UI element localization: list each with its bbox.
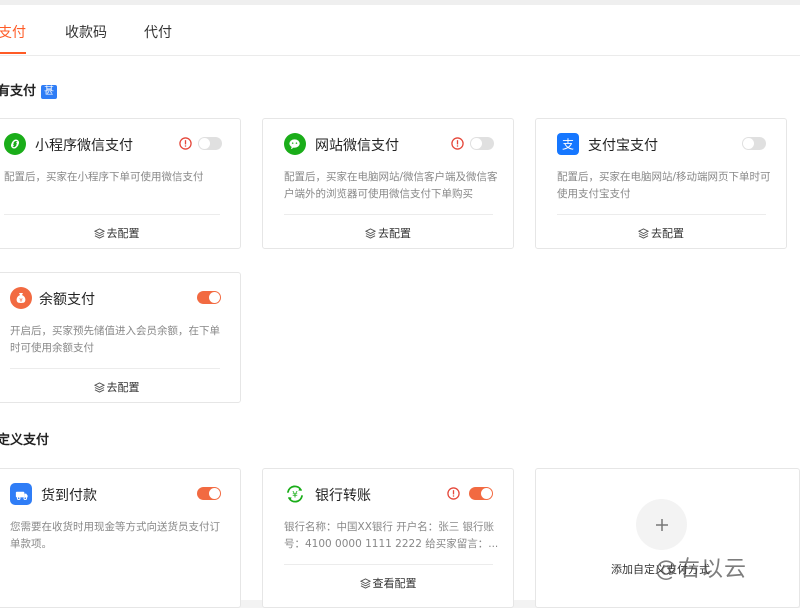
section-title-text: 定义支付: [0, 433, 50, 448]
payment-card-bank-transfer: ¥ 银行转账 银行名称：中国XX银行 开户名：张三 银行账号：4100 0000…: [262, 468, 514, 608]
payment-card-title: 支付宝支付: [588, 138, 658, 154]
payment-settings-page: 支付 收款码 代付 有支付甚 小程序微信支付 配置后，买家在小程序下单可使用微信…: [0, 5, 800, 608]
builtin-payment-section-title: 有支付甚: [0, 80, 58, 99]
payment-card-description: 开启后，买家预先储值进入会员余额，在下单时可使用余额支付: [10, 325, 220, 354]
add-custom-payment-card[interactable]: 添加自定义支付方式: [535, 468, 800, 608]
alipay-icon: 支: [557, 133, 579, 155]
tab-payment[interactable]: 支付: [0, 22, 26, 42]
mini-program-link-icon: [4, 133, 26, 155]
configure-button[interactable]: 去配置: [263, 225, 513, 241]
tab-bar: 支付 收款码 代付: [0, 5, 800, 56]
money-bag-icon: ¥: [10, 287, 32, 309]
payment-card-description: 银行名称：中国XX银行 开户名：张三 银行账号：4100 0000 1111 2…: [284, 521, 499, 550]
tab-payment-code[interactable]: 收款码: [65, 22, 107, 42]
plus-icon[interactable]: [636, 499, 687, 550]
custom-payment-section-title: 定义支付: [0, 429, 49, 448]
enable-toggle[interactable]: [198, 137, 222, 150]
payment-card-alipay: 支 支付宝支付 配置后，买家在电脑网站/移动端网页下单时可使用支付宝支付 去配置: [535, 118, 787, 249]
enable-toggle[interactable]: [197, 487, 221, 500]
section-title-text: 有支付: [0, 84, 37, 99]
layers-icon: [93, 228, 105, 239]
tab-proxy-pay[interactable]: 代付: [144, 22, 172, 42]
layers-icon: [638, 228, 649, 239]
layers-icon: [93, 382, 105, 393]
bank-transfer-icon: ¥: [284, 483, 306, 505]
payment-card-balance: ¥ 余额支付 开启后，买家预先储值进入会员余额，在下单时可使用余额支付 去配置: [0, 272, 241, 403]
layers-icon: [365, 228, 376, 239]
configure-button[interactable]: 去配置: [536, 225, 786, 241]
view-config-button[interactable]: 查看配置: [263, 575, 513, 591]
warning-icon[interactable]: [447, 487, 460, 500]
configure-label: 去配置: [651, 227, 684, 240]
card-divider: [4, 214, 220, 215]
payment-card-mini-wechat: 小程序微信支付 配置后，买家在小程序下单可使用微信支付 去配置: [0, 118, 241, 249]
payment-card-description: 配置后，买家在小程序下单可使用微信支付: [4, 171, 204, 183]
active-tab-indicator: [0, 52, 26, 54]
enable-toggle[interactable]: [742, 137, 766, 150]
enable-toggle[interactable]: [197, 291, 221, 304]
card-divider: [557, 214, 766, 215]
enable-toggle[interactable]: [469, 487, 493, 500]
watermark-text: @右以云: [655, 557, 748, 582]
svg-text:¥: ¥: [19, 298, 23, 304]
configure-label: 去配置: [106, 227, 140, 240]
warning-icon[interactable]: [451, 137, 464, 150]
configure-button[interactable]: 去配置: [0, 379, 240, 395]
payment-card-description: 配置后，买家在电脑网站/移动端网页下单时可使用支付宝支付: [557, 171, 771, 200]
enable-toggle[interactable]: [470, 137, 494, 150]
configure-label: 去配置: [378, 227, 411, 240]
payment-card-title: 网站微信支付: [315, 138, 399, 154]
svg-text:¥: ¥: [292, 491, 298, 501]
view-config-label: 查看配置: [372, 577, 417, 590]
payment-card-title: 货到付款: [41, 488, 97, 504]
payment-card-title: 银行转账: [315, 488, 371, 504]
payment-card-description: 配置后，买家在电脑网站/微信客户端及微信客户端外的浏览器可使用微信支付下单购买: [284, 171, 498, 200]
section-badge: 甚: [41, 85, 58, 99]
layers-icon: [359, 578, 371, 589]
delivery-icon: [10, 483, 32, 505]
card-divider: [284, 214, 493, 215]
configure-button[interactable]: 去配置: [0, 225, 240, 241]
card-divider: [284, 564, 493, 565]
configure-label: 去配置: [106, 381, 140, 394]
payment-card-description: 您需要在收货时用现金等方式向送货员支付订单款项。: [10, 521, 220, 550]
svg-text:支: 支: [562, 138, 574, 152]
payment-card-cod: 货到付款 您需要在收货时用现金等方式向送货员支付订单款项。: [0, 468, 241, 608]
payment-card-web-wechat: 网站微信支付 配置后，买家在电脑网站/微信客户端及微信客户端外的浏览器可使用微信…: [262, 118, 514, 249]
card-divider: [10, 368, 220, 369]
payment-card-title: 小程序微信支付: [35, 138, 133, 154]
warning-icon[interactable]: [179, 137, 192, 150]
wechat-icon: [284, 133, 306, 155]
payment-card-title: 余额支付: [39, 292, 95, 308]
